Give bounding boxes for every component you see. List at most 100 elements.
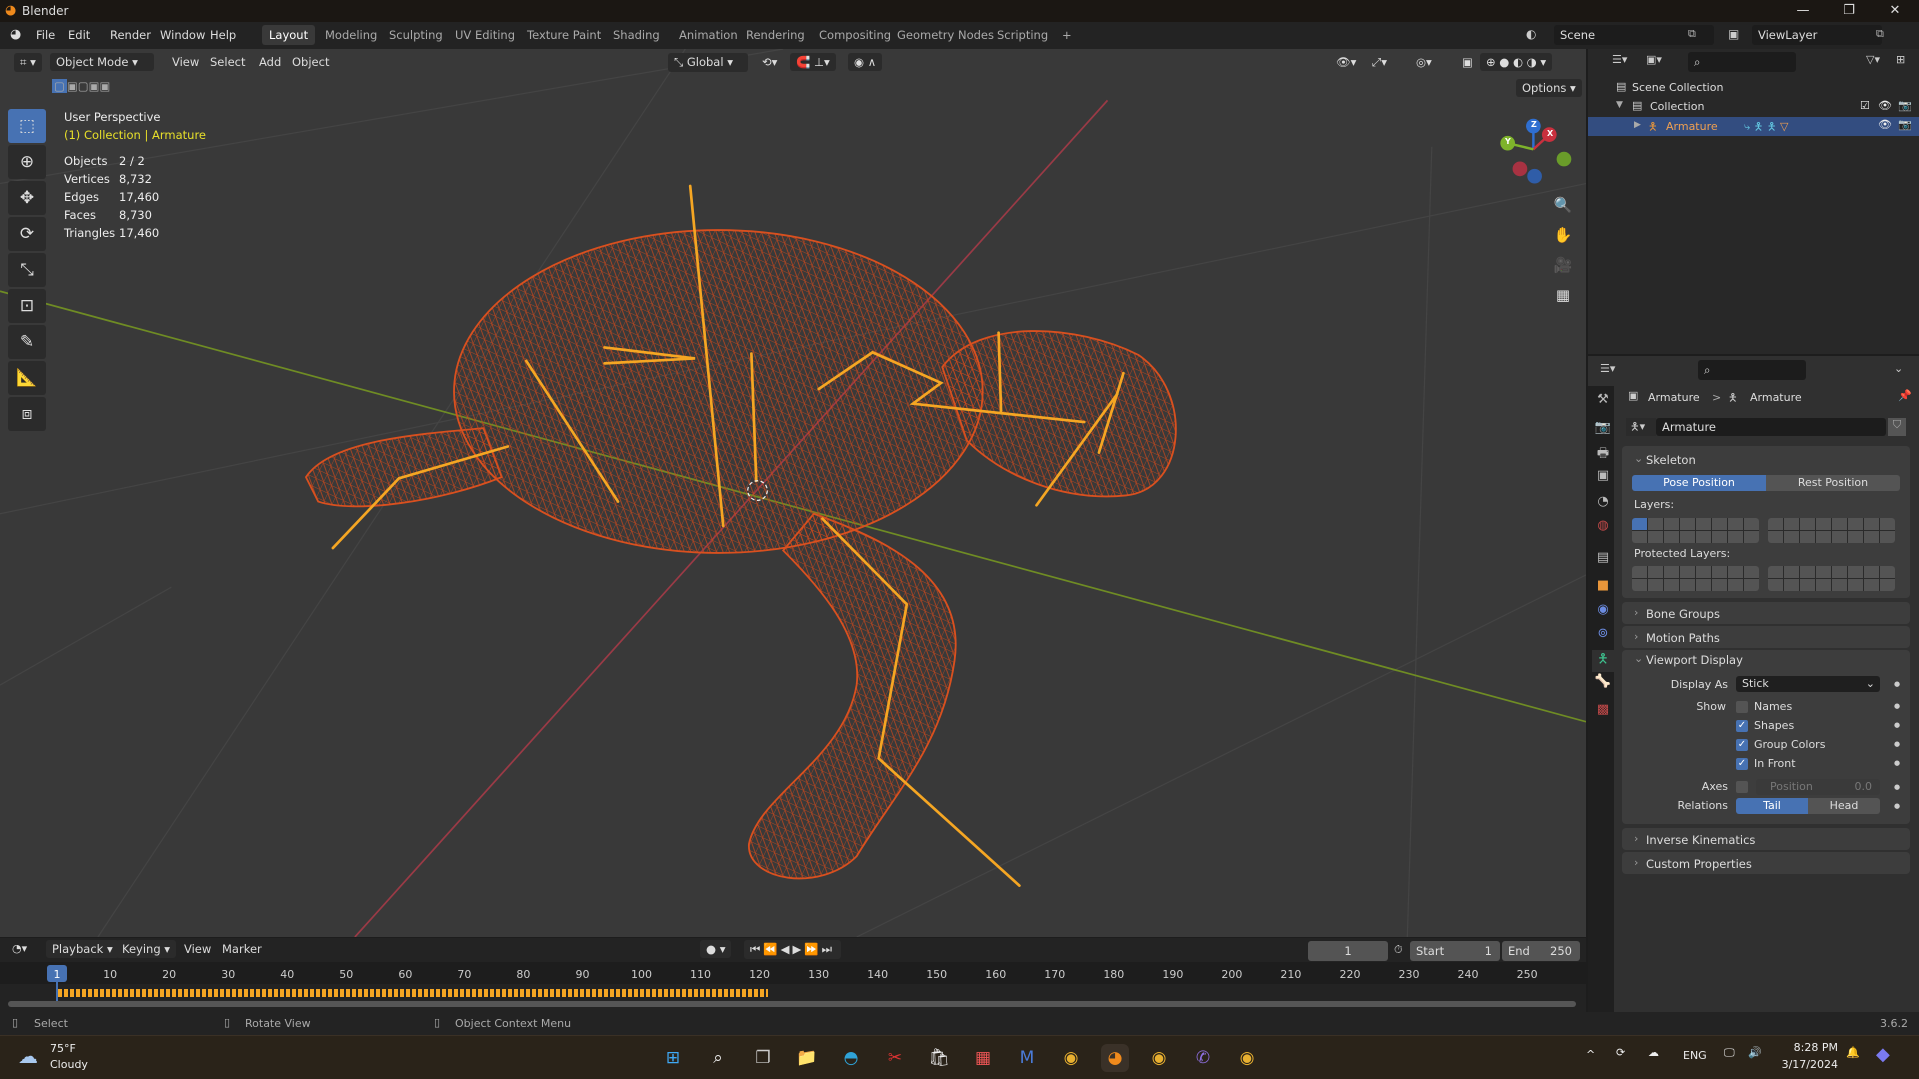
weather-condition[interactable]: Cloudy <box>50 1058 88 1071</box>
menu-object[interactable]: Object <box>286 53 335 71</box>
tab-uv-editing[interactable]: UV Editing <box>448 25 522 45</box>
layer-cell[interactable] <box>1712 579 1727 591</box>
editor-type-button[interactable]: ⌗ ▾ <box>14 53 42 72</box>
tab-rendering[interactable]: Rendering <box>739 25 812 45</box>
xray-icon[interactable]: ▣ <box>1456 53 1479 71</box>
clock-date[interactable]: 3/17/2024 <box>1778 1058 1838 1071</box>
layer-cell[interactable] <box>1632 579 1647 591</box>
layer-cell[interactable] <box>1648 518 1663 530</box>
annotate-tool-icon[interactable]: ✎ <box>8 325 46 359</box>
layer-cell[interactable] <box>1664 566 1679 578</box>
layer-cell[interactable] <box>1664 518 1679 530</box>
in-front-checkbox[interactable]: ✓ <box>1736 758 1748 770</box>
tab-shading[interactable]: Shading <box>606 25 667 45</box>
orientation-dropdown[interactable]: ⤡ Global ▾ <box>668 53 748 72</box>
layers-grid-right[interactable] <box>1768 518 1895 543</box>
layer-cell[interactable] <box>1768 579 1783 591</box>
layer-cell[interactable] <box>1816 579 1831 591</box>
app-icon[interactable]: ▦ <box>969 1044 997 1072</box>
camera-view-icon[interactable]: 🎥 <box>1550 252 1576 278</box>
layer-cell[interactable] <box>1816 531 1831 543</box>
data-name-field[interactable]: Armature <box>1656 418 1886 436</box>
layer-cell[interactable] <box>1696 579 1711 591</box>
new-scene-icon[interactable]: ⧉ <box>1688 27 1696 41</box>
keyframe-dot[interactable]: ● <box>1894 721 1900 729</box>
layer-cell[interactable] <box>1816 518 1831 530</box>
skeleton-header[interactable]: Skeleton <box>1646 453 1696 467</box>
layer-cell[interactable] <box>1800 579 1815 591</box>
layer-cell[interactable] <box>1744 579 1759 591</box>
layer-cell[interactable] <box>1816 566 1831 578</box>
weather-cloud-icon[interactable]: ☁ <box>18 1044 38 1068</box>
app-m-icon[interactable]: M <box>1013 1044 1041 1072</box>
constraints-tab-icon[interactable]: ⊚ <box>1592 626 1614 641</box>
task-view-icon[interactable]: ❐ <box>749 1044 777 1072</box>
layer-cell[interactable] <box>1728 518 1743 530</box>
filter-icon[interactable]: ▽▾ <box>1866 53 1880 66</box>
exclude-checkbox[interactable]: ☑ <box>1860 99 1870 112</box>
overlay-icon[interactable]: ◎▾ <box>1410 53 1438 71</box>
view-layer-tab-icon[interactable]: ▣ <box>1592 468 1614 483</box>
network-icon[interactable]: 🖵 <box>1724 1046 1735 1060</box>
start-frame-field[interactable]: Start 1 <box>1410 941 1500 961</box>
layer-cell[interactable] <box>1664 579 1679 591</box>
texture-tab-icon[interactable]: ▩ <box>1592 702 1614 717</box>
edge-icon[interactable]: ◓ <box>837 1044 865 1072</box>
menu-select[interactable]: Select <box>204 53 251 71</box>
viber-icon[interactable]: ✆ <box>1189 1044 1217 1072</box>
select-box-tool-icon[interactable]: ⬚ <box>8 109 46 143</box>
outliner-row-scene-collection[interactable]: ▤ Scene Collection <box>1588 79 1919 97</box>
search-icon[interactable]: ⌕ <box>704 1044 732 1072</box>
chevron-down-icon[interactable]: ⌄ <box>1634 652 1643 665</box>
tab-modeling[interactable]: Modeling <box>318 25 384 45</box>
layer-cell[interactable] <box>1880 518 1895 530</box>
windows-start-icon[interactable]: ⊞ <box>659 1044 687 1072</box>
cursor-tool-icon[interactable]: ⊕ <box>8 145 46 179</box>
maximize-button[interactable]: ❐ <box>1826 0 1872 22</box>
gizmo-toggle-icon[interactable]: ⤢▾ <box>1366 53 1393 72</box>
properties-search-input[interactable]: ⌕ <box>1698 360 1806 380</box>
chrome-profile-icon[interactable]: ◉ <box>1145 1044 1173 1072</box>
names-checkbox[interactable] <box>1736 701 1748 713</box>
layer-cell[interactable] <box>1648 579 1663 591</box>
layer-cell[interactable] <box>1832 579 1847 591</box>
layer-cell[interactable] <box>1880 531 1895 543</box>
layer-cell[interactable] <box>1784 518 1799 530</box>
layer-cell[interactable] <box>1728 566 1743 578</box>
3d-viewport[interactable]: Z X Y ⌗ ▾ Object Mode ▾ View Select Add … <box>0 49 1586 937</box>
properties-options-icon[interactable]: ⌄ <box>1894 362 1903 375</box>
keyframe-dot[interactable]: ● <box>1894 702 1900 710</box>
menu-edit[interactable]: Edit <box>68 28 90 42</box>
add-cube-tool-icon[interactable]: ⧈ <box>8 397 46 431</box>
menu-view[interactable]: View <box>166 53 205 71</box>
relations-head-button[interactable]: Head <box>1808 798 1880 814</box>
snipping-tool-icon[interactable]: ✂ <box>881 1044 909 1072</box>
menu-window[interactable]: Window <box>160 28 205 42</box>
layer-cell[interactable] <box>1632 566 1647 578</box>
view-layer-icon[interactable]: ▣ <box>1728 27 1739 41</box>
bone-tab-icon[interactable]: 🦴 <box>1592 674 1614 689</box>
zoom-icon[interactable]: 🔍 <box>1550 192 1576 218</box>
scene-icon[interactable]: ◐ <box>1526 27 1536 41</box>
weather-temp[interactable]: 75°F <box>50 1042 76 1055</box>
layer-cell[interactable] <box>1648 531 1663 543</box>
blender-taskbar-icon[interactable]: ◕ <box>1101 1044 1129 1072</box>
new-collection-icon[interactable]: ⊞ <box>1896 53 1905 66</box>
data-browse-icon[interactable]: 🯅▾ <box>1626 418 1656 436</box>
keyframe-dot[interactable]: ● <box>1894 759 1900 767</box>
close-button[interactable]: ✕ <box>1872 0 1918 22</box>
layers-grid-left[interactable] <box>1632 518 1759 543</box>
visibility-icon[interactable]: 👁▾ <box>1330 53 1362 71</box>
eye-icon[interactable]: 👁 <box>1878 99 1892 112</box>
render-tab-icon[interactable]: 📷 <box>1592 420 1614 435</box>
language-indicator[interactable]: ENG <box>1683 1049 1707 1062</box>
layer-cell[interactable] <box>1744 518 1759 530</box>
output-tab-icon[interactable]: 🖶 <box>1592 444 1614 466</box>
layer-cell[interactable] <box>1728 579 1743 591</box>
menu-file[interactable]: File <box>36 28 55 42</box>
layer-cell[interactable] <box>1784 579 1799 591</box>
keyframe-dot[interactable]: ● <box>1894 680 1900 688</box>
layer-cell[interactable] <box>1744 531 1759 543</box>
current-frame-field[interactable]: 1 <box>1308 941 1388 961</box>
marker-menu[interactable]: Marker <box>216 940 268 958</box>
